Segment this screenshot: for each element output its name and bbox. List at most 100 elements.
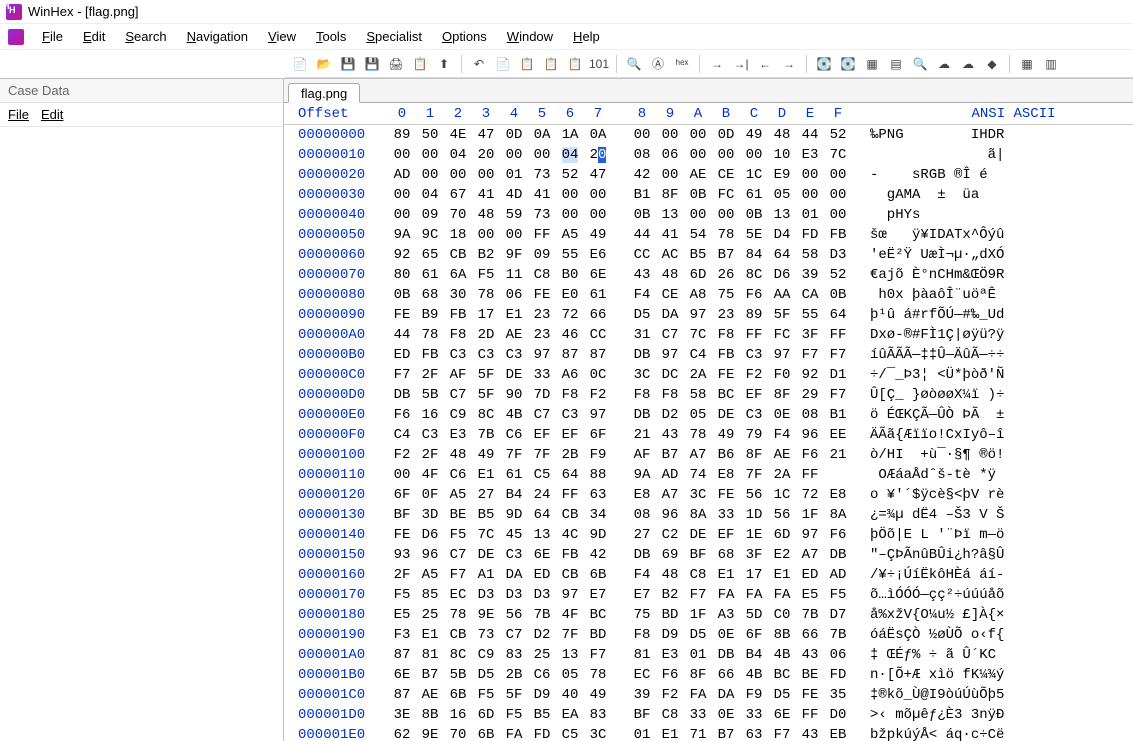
hex-byte[interactable]: 00 bbox=[740, 145, 768, 165]
hex-byte[interactable]: 49 bbox=[472, 445, 500, 465]
ascii-cell[interactable]: þÖõ|E L '¨Þï m—ö bbox=[852, 525, 1133, 545]
ascii-cell[interactable]: "–ÇÞÃnûBÛi¿h?â§Û bbox=[852, 545, 1133, 565]
hex-byte[interactable]: 58 bbox=[796, 245, 824, 265]
hex-byte[interactable]: 47 bbox=[472, 125, 500, 145]
hex-byte[interactable]: C3 bbox=[500, 545, 528, 565]
hex-byte[interactable]: FA bbox=[768, 585, 796, 605]
hex-byte[interactable]: E3 bbox=[796, 145, 824, 165]
hex-byte[interactable]: 9F bbox=[500, 245, 528, 265]
hex-byte[interactable]: F5 bbox=[824, 585, 852, 605]
hex-byte[interactable]: 89 bbox=[388, 125, 416, 145]
disk2-icon[interactable]: 💽 bbox=[837, 53, 859, 75]
hex-row[interactable]: 00000090FEB9FB17E1237266D5DA9723895F5564… bbox=[284, 305, 1133, 325]
hex-byte[interactable]: 33 bbox=[712, 505, 740, 525]
hex-byte[interactable]: 92 bbox=[796, 365, 824, 385]
hex-byte[interactable]: 87 bbox=[584, 345, 612, 365]
hex-byte[interactable]: 2F bbox=[416, 365, 444, 385]
hex-byte[interactable]: F7 bbox=[684, 585, 712, 605]
menu-edit[interactable]: Edit bbox=[73, 27, 115, 46]
hex-byte[interactable]: 90 bbox=[500, 385, 528, 405]
hex-byte[interactable]: 33 bbox=[528, 365, 556, 385]
hex-byte[interactable]: 47 bbox=[584, 165, 612, 185]
hex-byte[interactable]: B2 bbox=[656, 585, 684, 605]
hex-byte[interactable]: AA bbox=[768, 285, 796, 305]
hex-byte[interactable]: 4B bbox=[500, 405, 528, 425]
hex-byte[interactable]: 0D bbox=[712, 125, 740, 145]
hex-byte[interactable]: 61 bbox=[416, 265, 444, 285]
hex-byte[interactable]: FF bbox=[740, 325, 768, 345]
hex-byte[interactable]: 41 bbox=[528, 185, 556, 205]
hex-byte[interactable]: DB bbox=[712, 645, 740, 665]
cloud-icon[interactable]: ☁ bbox=[933, 53, 955, 75]
hex-byte[interactable]: 01 bbox=[628, 725, 656, 741]
hex-row[interactable]: 000001E0629E706BFAFDC53C01E171B763F743EB… bbox=[284, 725, 1133, 741]
hex-row[interactable]: 00000130BF3DBEB59D64CB3408968A331D561F8A… bbox=[284, 505, 1133, 525]
ascii-cell[interactable]: gAMA ± üa bbox=[852, 185, 1133, 205]
hex-byte[interactable]: 4F bbox=[556, 605, 584, 625]
hex-byte[interactable]: 00 bbox=[416, 165, 444, 185]
hex-row[interactable]: 000000F0C4C3E37BC6EFEF6F2143784979F496EE… bbox=[284, 425, 1133, 445]
hex-byte[interactable]: C7 bbox=[528, 405, 556, 425]
hex-byte[interactable]: CE bbox=[712, 165, 740, 185]
menu-tools[interactable]: Tools bbox=[306, 27, 356, 46]
hex-byte[interactable]: 96 bbox=[416, 545, 444, 565]
hex-byte[interactable]: F5 bbox=[500, 705, 528, 725]
hex-byte[interactable]: 23 bbox=[528, 325, 556, 345]
hex-byte[interactable]: AC bbox=[656, 245, 684, 265]
hex-row[interactable]: 000001B06EB75BD52BC60578ECF68F664BBCBEFD… bbox=[284, 665, 1133, 685]
hex-byte[interactable]: 4C bbox=[556, 525, 584, 545]
hex-row[interactable]: 000000509A9C180000FFA549444154785ED4FDFB… bbox=[284, 225, 1133, 245]
hex-byte[interactable]: 00 bbox=[500, 145, 528, 165]
hex-byte[interactable]: 27 bbox=[628, 525, 656, 545]
hex-byte[interactable]: C4 bbox=[388, 425, 416, 445]
hex-byte[interactable]: 17 bbox=[472, 305, 500, 325]
hex-byte[interactable]: 20 bbox=[472, 145, 500, 165]
hex-byte[interactable]: F6 bbox=[656, 665, 684, 685]
hex-byte[interactable]: 97 bbox=[768, 345, 796, 365]
hex-byte[interactable]: 05 bbox=[768, 185, 796, 205]
hex-byte[interactable]: C6 bbox=[500, 425, 528, 445]
hex-byte[interactable]: DA bbox=[712, 685, 740, 705]
tab-file[interactable]: flag.png bbox=[288, 83, 360, 103]
hex-byte[interactable]: F2 bbox=[656, 685, 684, 705]
hex-byte[interactable]: C4 bbox=[684, 345, 712, 365]
hex-byte[interactable]: F8 bbox=[444, 325, 472, 345]
hex-byte[interactable]: FD bbox=[796, 225, 824, 245]
hex-byte[interactable]: C3 bbox=[556, 405, 584, 425]
hex-byte[interactable]: E9 bbox=[768, 165, 796, 185]
hex-byte[interactable]: 6F bbox=[740, 625, 768, 645]
hex-byte[interactable]: BE bbox=[796, 665, 824, 685]
ascii-cell[interactable]: ‰PNG IHDR bbox=[852, 125, 1133, 145]
hex-byte[interactable]: 7C bbox=[824, 145, 852, 165]
hex-byte[interactable]: 0B bbox=[740, 205, 768, 225]
hex-byte[interactable]: 00 bbox=[472, 165, 500, 185]
ascii-cell[interactable]: €ajõ È°nCHm&ŒÖ9R bbox=[852, 265, 1133, 285]
hex-byte[interactable]: 49 bbox=[584, 225, 612, 245]
hex-byte[interactable]: 50 bbox=[416, 125, 444, 145]
hex-byte[interactable]: FE bbox=[712, 365, 740, 385]
hex-row[interactable]: 00000030000467414D410000B18F0BFC61050000… bbox=[284, 185, 1133, 205]
undo-icon[interactable]: ↶ bbox=[468, 53, 490, 75]
hex-byte[interactable]: A5 bbox=[416, 565, 444, 585]
hex-byte[interactable]: F9 bbox=[584, 445, 612, 465]
hex-byte[interactable]: C3 bbox=[740, 405, 768, 425]
hex-byte[interactable]: 20 bbox=[584, 145, 612, 165]
hex-byte[interactable]: 87 bbox=[388, 645, 416, 665]
menu-view[interactable]: View bbox=[258, 27, 306, 46]
hex-byte[interactable]: 66 bbox=[712, 665, 740, 685]
hex-byte[interactable]: 78 bbox=[472, 285, 500, 305]
hex-byte[interactable]: FC bbox=[768, 325, 796, 345]
hex-row[interactable]: 000000A04478F82DAE2346CC31C77CF8FFFC3FFF… bbox=[284, 325, 1133, 345]
hex-byte[interactable]: 64 bbox=[528, 505, 556, 525]
ascii-cell[interactable]: o ¥'´$ÿcè§<þV rè bbox=[852, 485, 1133, 505]
hex-byte[interactable]: 7C bbox=[472, 525, 500, 545]
hex-byte[interactable]: 45 bbox=[500, 525, 528, 545]
back-icon[interactable]: ← bbox=[754, 53, 776, 75]
hex-byte[interactable]: FA bbox=[740, 585, 768, 605]
hex-byte[interactable]: EC bbox=[628, 665, 656, 685]
hex-byte[interactable]: DA bbox=[500, 565, 528, 585]
hex-byte[interactable]: 05 bbox=[684, 405, 712, 425]
hex-byte[interactable]: EB bbox=[824, 725, 852, 741]
hex-byte[interactable]: 9A bbox=[388, 225, 416, 245]
hex-byte[interactable]: 0B bbox=[628, 205, 656, 225]
